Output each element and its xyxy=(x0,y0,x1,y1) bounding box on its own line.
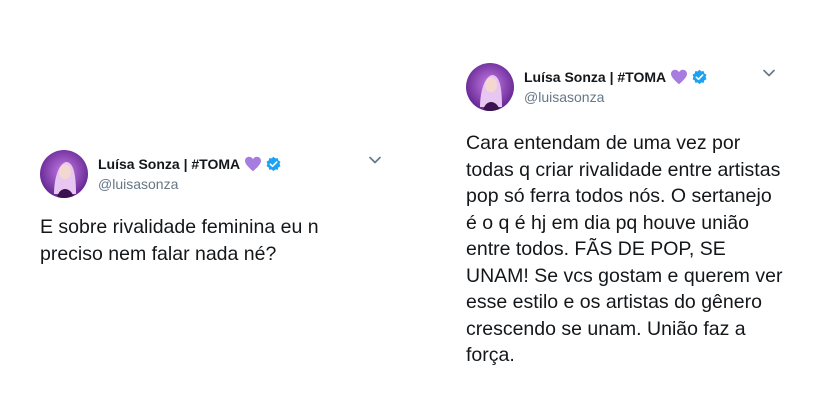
tweet-text: E sobre rivalidade feminina eu n preciso… xyxy=(40,216,319,265)
purple-heart-icon xyxy=(671,69,688,85)
tweet-card-1: Luísa Sonza | #TOMA @luisasonza E sobre … xyxy=(40,150,385,267)
verified-icon xyxy=(266,156,281,171)
display-name[interactable]: Luísa Sonza | #TOMA xyxy=(524,69,666,85)
tweet-header: Luísa Sonza | #TOMA @luisasonza xyxy=(466,63,786,113)
display-name[interactable]: Luísa Sonza | #TOMA xyxy=(98,156,240,172)
tweet-card-2: Luísa Sonza | #TOMA @luisasonza Cara ent… xyxy=(466,63,786,369)
handle[interactable]: @luisasonza xyxy=(524,89,708,105)
purple-heart-icon xyxy=(245,156,262,172)
tweet-text: Cara entendam de uma vez por todas q cri… xyxy=(466,132,783,366)
tweet-header: Luísa Sonza | #TOMA @luisasonza xyxy=(40,150,385,200)
chevron-down-icon[interactable] xyxy=(763,69,775,77)
handle[interactable]: @luisasonza xyxy=(98,176,282,192)
verified-icon xyxy=(692,69,707,84)
avatar[interactable] xyxy=(40,150,88,198)
chevron-down-icon[interactable] xyxy=(369,156,381,164)
avatar[interactable] xyxy=(466,63,514,111)
